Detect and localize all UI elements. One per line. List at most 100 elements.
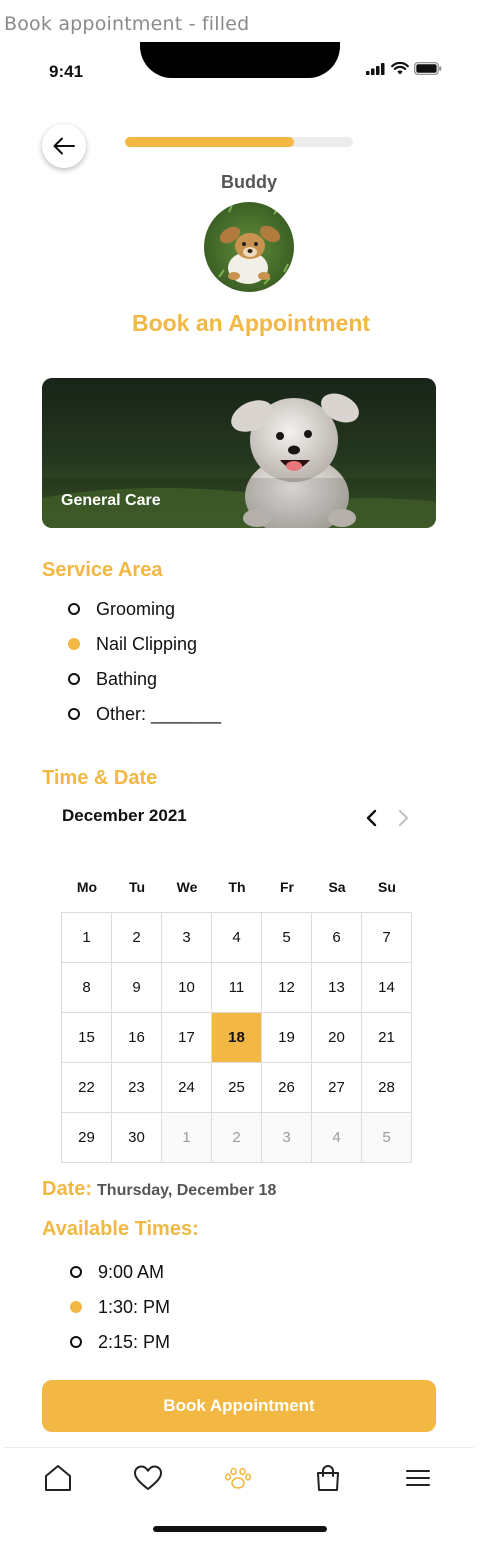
weekday-label: Mo — [76, 879, 98, 895]
calendar-day[interactable]: 12 — [262, 963, 312, 1013]
available-times-title: Available Times: — [42, 1218, 199, 1240]
calendar-day[interactable]: 1 — [62, 913, 112, 963]
time-option-215pm[interactable]: 2:15: PM — [70, 1330, 170, 1354]
tab-menu[interactable] — [402, 1462, 434, 1494]
service-option-nail-clipping[interactable]: Nail Clipping — [68, 632, 197, 656]
radio-button[interactable] — [68, 603, 80, 615]
calendar-day[interactable]: 13 — [312, 963, 362, 1013]
tab-home[interactable] — [42, 1462, 74, 1494]
service-option-grooming[interactable]: Grooming — [68, 597, 175, 621]
paw-icon — [224, 1467, 251, 1489]
heart-icon — [134, 1465, 162, 1490]
time-date-title: Time & Date — [42, 767, 158, 789]
cellular-signal-icon — [366, 62, 385, 75]
calendar-day[interactable]: 5 — [262, 913, 312, 963]
calendar-day[interactable]: 28 — [362, 1063, 412, 1113]
calendar-day[interactable]: 7 — [362, 913, 412, 963]
calendar-day-next-month[interactable]: 5 — [362, 1113, 412, 1163]
menu-icon — [406, 1470, 430, 1486]
radio-button[interactable] — [68, 708, 80, 720]
weekday-header: Mo Tu We Th Fr Sa Su — [62, 879, 412, 895]
service-area-title: Service Area — [42, 559, 163, 581]
calendar-day[interactable]: 15 — [62, 1013, 112, 1063]
option-label: Other: _______ — [96, 703, 222, 724]
calendar-day[interactable]: 16 — [112, 1013, 162, 1063]
calendar-day[interactable]: 29 — [62, 1113, 112, 1163]
tab-pets[interactable] — [222, 1462, 254, 1494]
tab-favorites[interactable] — [132, 1462, 164, 1494]
calendar-day-next-month[interactable]: 4 — [312, 1113, 362, 1163]
option-label: Nail Clipping — [96, 633, 198, 654]
calendar-day[interactable]: 26 — [262, 1063, 312, 1113]
calendar-day[interactable]: 19 — [262, 1013, 312, 1063]
calendar-day[interactable]: 10 — [162, 963, 212, 1013]
time-option-130pm[interactable]: 1:30: PM — [70, 1295, 170, 1319]
radio-button-selected[interactable] — [68, 638, 80, 650]
tab-bar-divider — [4, 1447, 474, 1448]
radio-button[interactable] — [70, 1266, 82, 1278]
weekday-label: Th — [228, 879, 246, 895]
calendar-day[interactable]: 21 — [362, 1013, 412, 1063]
calendar-day[interactable]: 17 — [162, 1013, 212, 1063]
calendar-day[interactable]: 27 — [312, 1063, 362, 1113]
general-care-card[interactable]: General Care — [42, 378, 436, 528]
calendar-day-next-month[interactable]: 2 — [212, 1113, 262, 1163]
arrow-left-icon — [53, 137, 75, 155]
frame-label: Book appointment - filled — [4, 13, 250, 35]
care-card-label: General Care — [61, 492, 161, 509]
date-value: Thursday, December 18 — [97, 1182, 277, 1199]
previous-month-button[interactable] — [362, 808, 382, 828]
calendar-day[interactable]: 3 — [162, 913, 212, 963]
option-label: 1:30: PM — [98, 1296, 171, 1317]
home-indicator — [153, 1526, 327, 1532]
calendar-day[interactable]: 24 — [162, 1063, 212, 1113]
calendar-day[interactable]: 30 — [112, 1113, 162, 1163]
calendar-grid: 1 2 3 4 5 6 7 8 9 10 11 12 13 14 15 16 1… — [61, 912, 412, 1163]
page-title: Book an Appointment — [131, 310, 371, 336]
radio-button-selected[interactable] — [70, 1301, 82, 1313]
option-label: 9:00 AM — [98, 1261, 165, 1282]
date-label: Date: — [42, 1178, 93, 1200]
calendar-month: December 2021 — [62, 806, 187, 825]
wifi-icon — [391, 62, 409, 75]
next-month-button[interactable] — [393, 808, 413, 828]
progress-bar — [125, 137, 353, 147]
radio-button[interactable] — [70, 1336, 82, 1348]
calendar-day[interactable]: 20 — [312, 1013, 362, 1063]
weekday-label: Sa — [328, 879, 346, 895]
calendar-day-next-month[interactable]: 1 — [162, 1113, 212, 1163]
radio-button[interactable] — [68, 673, 80, 685]
service-option-other[interactable]: Other: _______ — [68, 702, 221, 726]
time-option-9am[interactable]: 9:00 AM — [70, 1260, 164, 1284]
phone-screen: 9:41 Buddy Book an Appointment General C… — [4, 42, 474, 1566]
service-option-bathing[interactable]: Bathing — [68, 667, 157, 691]
weekday-label: Fr — [280, 879, 294, 895]
calendar-day-selected[interactable]: 18 — [212, 1013, 262, 1063]
selected-date: Date: Thursday, December 18 — [42, 1178, 276, 1201]
tab-shop[interactable] — [312, 1462, 344, 1494]
weekday-label: We — [176, 879, 198, 895]
calendar-day[interactable]: 2 — [112, 913, 162, 963]
calendar-day[interactable]: 6 — [312, 913, 362, 963]
battery-icon — [414, 62, 442, 75]
chevron-right-icon — [398, 809, 409, 827]
pet-name: Buddy — [221, 172, 277, 192]
chevron-left-icon — [366, 809, 377, 827]
book-appointment-button[interactable]: Book Appointment — [42, 1380, 436, 1432]
calendar-day[interactable]: 11 — [212, 963, 262, 1013]
calendar-day[interactable]: 9 — [112, 963, 162, 1013]
home-icon — [45, 1465, 71, 1491]
calendar-day[interactable]: 23 — [112, 1063, 162, 1113]
calendar-day[interactable]: 8 — [62, 963, 112, 1013]
status-time: 9:41 — [49, 62, 84, 81]
weekday-label: Tu — [128, 879, 146, 895]
calendar-day[interactable]: 25 — [212, 1063, 262, 1113]
pet-avatar — [204, 202, 294, 292]
option-label: Grooming — [96, 598, 176, 619]
back-button[interactable] — [42, 124, 86, 168]
calendar-day[interactable]: 14 — [362, 963, 412, 1013]
calendar-day-next-month[interactable]: 3 — [262, 1113, 312, 1163]
shopping-bag-icon — [317, 1465, 339, 1491]
calendar-day[interactable]: 22 — [62, 1063, 112, 1113]
calendar-day[interactable]: 4 — [212, 913, 262, 963]
